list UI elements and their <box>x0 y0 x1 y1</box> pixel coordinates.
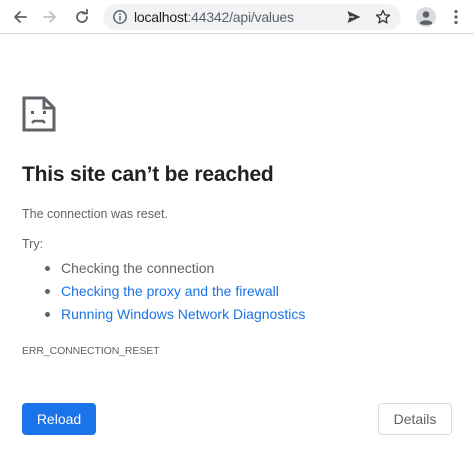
star-icon[interactable] <box>374 8 392 26</box>
arrow-right-icon <box>43 11 56 23</box>
suggestion-run-network-diagnostics-link[interactable]: Running Windows Network Diagnostics <box>42 305 305 328</box>
details-button[interactable]: Details <box>378 403 452 435</box>
error-title: This site can’t be reached <box>22 163 274 186</box>
reload-button[interactable]: Reload <box>22 403 96 435</box>
address-bar[interactable]: localhost:44342/api/values <box>103 4 401 30</box>
suggestion-list: Checking the connection Checking the pro… <box>42 259 305 328</box>
error-code: ERR_CONNECTION_RESET <box>22 345 160 357</box>
browser-window: localhost:44342/api/values This site can… <box>0 0 474 453</box>
info-icon[interactable] <box>111 8 129 26</box>
url-text: localhost:44342/api/values <box>134 9 294 25</box>
error-description: The connection was reset. <box>22 207 168 221</box>
arrow-left-icon <box>14 11 27 23</box>
back-button[interactable] <box>8 5 32 29</box>
browser-toolbar: localhost:44342/api/values <box>0 0 474 34</box>
reload-nav-button[interactable] <box>70 5 94 29</box>
suggestion-check-proxy-firewall-link[interactable]: Checking the proxy and the firewall <box>42 282 305 305</box>
url-path: :44342/api/values <box>187 9 294 25</box>
profile-icon[interactable] <box>414 5 438 29</box>
try-label: Try: <box>22 237 44 251</box>
suggestion-check-connection: Checking the connection <box>42 259 305 282</box>
forward-button[interactable] <box>38 5 62 29</box>
reload-icon <box>76 9 88 23</box>
sad-file-icon <box>22 96 56 132</box>
url-host: localhost <box>134 9 188 25</box>
send-icon[interactable] <box>345 8 363 26</box>
kebab-menu-icon[interactable] <box>448 5 464 29</box>
